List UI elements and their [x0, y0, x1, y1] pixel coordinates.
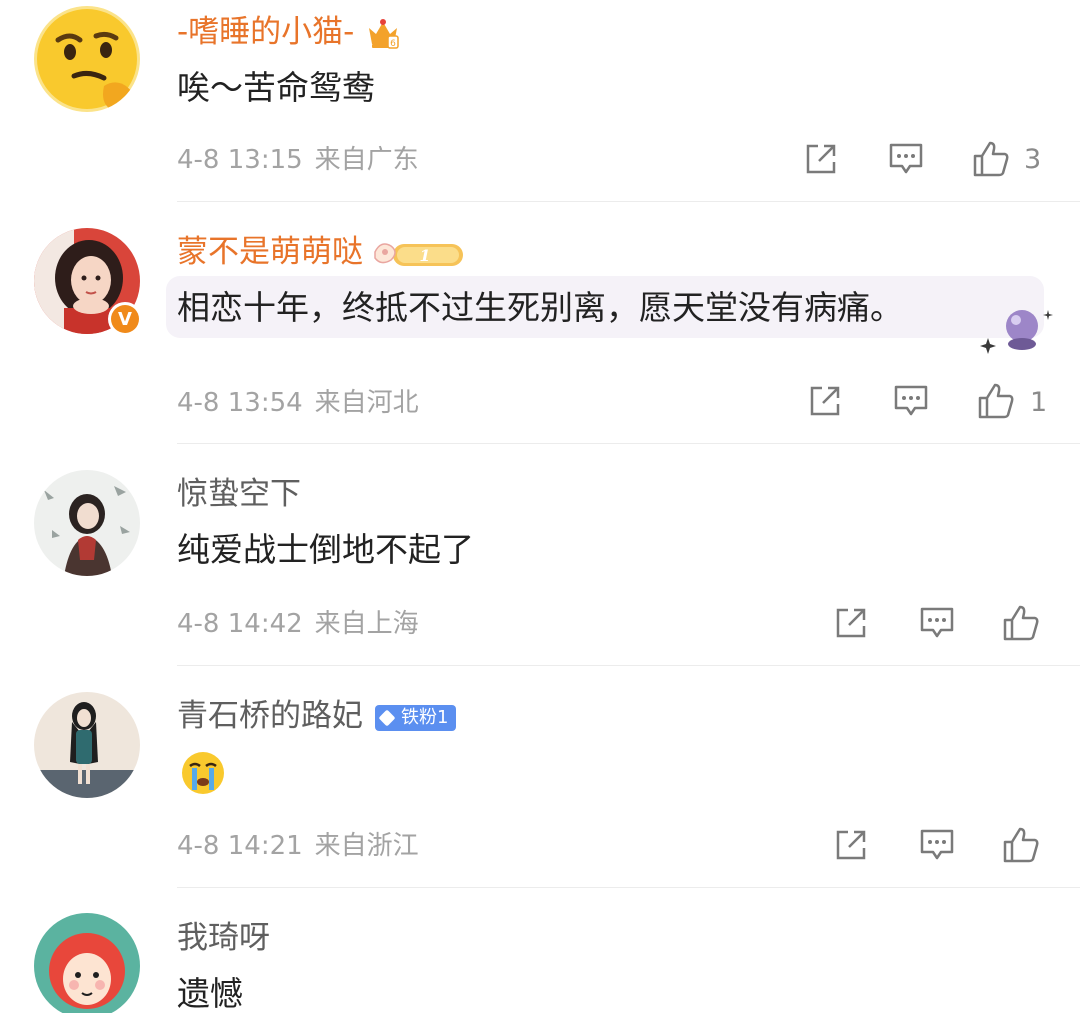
timestamp: 4-8 13:15: [177, 145, 303, 175]
comment-meta: 4-8 14:42 来自上海: [177, 607, 419, 641]
comment-text: 唉～苦命鸳鸯: [177, 68, 375, 107]
divider: [177, 665, 1080, 666]
username[interactable]: 蒙不是萌萌哒 1: [177, 232, 467, 272]
share-icon[interactable]: [834, 828, 868, 862]
comment-meta: 4-8 13:15 来自广东: [177, 143, 419, 177]
share-icon[interactable]: [808, 384, 842, 418]
location: 来自河北: [314, 388, 419, 418]
divider: [177, 443, 1080, 444]
comment-text: 纯爱战士倒地不起了: [177, 530, 474, 569]
cartoon-kid-avatar: [34, 913, 140, 1013]
crown-level-icon: 6: [369, 18, 400, 49]
bubble-ornament-icon: [980, 310, 1053, 354]
username[interactable]: 青石桥的路妃 铁粉1: [177, 696, 457, 736]
comment-icon[interactable]: [919, 606, 955, 640]
username[interactable]: 惊蛰空下: [177, 474, 301, 514]
avatar[interactable]: [34, 470, 140, 576]
like-icon[interactable]: [977, 382, 1015, 420]
like-icon[interactable]: [1002, 604, 1040, 642]
avatar[interactable]: [34, 6, 140, 112]
avatar[interactable]: [34, 913, 140, 1013]
svg-text:6: 6: [391, 39, 397, 49]
timestamp: 4-8 14:21: [177, 831, 303, 861]
comment-list: -嗜睡的小猫- 6 唉～苦命鸳鸯 4-8 13:15 来自广东 3 V 蒙不是萌…: [0, 0, 1080, 1013]
fan-level-badge-icon: 1: [374, 242, 463, 266]
like-count: 1: [1030, 387, 1048, 418]
standing-girl-avatar: [34, 692, 140, 798]
comment-meta: 4-8 13:54 来自河北: [177, 386, 419, 420]
comment-icon[interactable]: [888, 142, 924, 176]
crying-face-emoji: [182, 752, 224, 794]
username[interactable]: -嗜睡的小猫- 6: [177, 12, 400, 52]
comment-item: -嗜睡的小猫- 6 唉～苦命鸳鸯 4-8 13:15 来自广东 3: [0, 0, 1080, 202]
share-icon[interactable]: [804, 142, 838, 176]
thinking-emoji-avatar: [34, 6, 140, 112]
divider: [177, 887, 1080, 888]
fan-badge: 铁粉1: [375, 704, 457, 731]
share-icon[interactable]: [834, 606, 868, 640]
comment-text: 遗憾: [177, 974, 243, 1013]
comment-text: 相恋十年，终抵不过生死别离，愿天堂没有病痛。: [177, 288, 903, 327]
diamond-icon: [378, 709, 396, 726]
svg-text:1: 1: [419, 246, 430, 265]
timestamp: 4-8 14:42: [177, 609, 303, 639]
comment-icon[interactable]: [919, 828, 955, 862]
comment-icon[interactable]: [893, 384, 929, 418]
divider: [177, 201, 1080, 202]
username[interactable]: 我琦呀: [177, 918, 270, 958]
location: 来自广东: [314, 145, 419, 175]
like-icon[interactable]: [1002, 826, 1040, 864]
illustrated-girl-avatar: [34, 470, 140, 576]
like-count: 3: [1024, 144, 1042, 175]
timestamp: 4-8 13:54: [177, 388, 303, 418]
comment-meta: 4-8 14:21 来自浙江: [177, 829, 419, 863]
like-icon[interactable]: [972, 140, 1010, 178]
verified-badge: V: [108, 302, 142, 336]
location: 来自上海: [314, 609, 419, 639]
location: 来自浙江: [314, 831, 419, 861]
avatar[interactable]: [34, 692, 140, 798]
